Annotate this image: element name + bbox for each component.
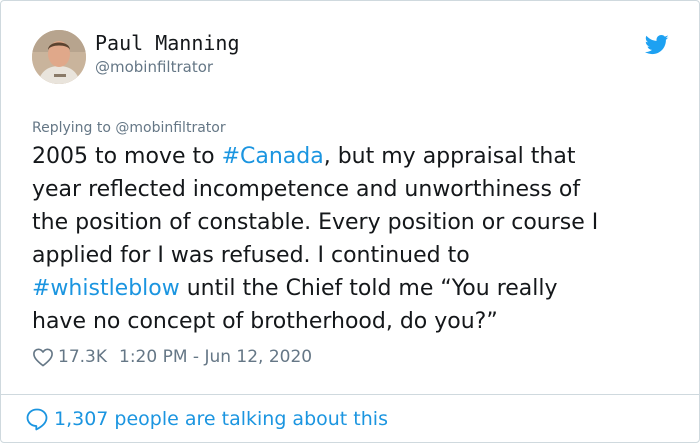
author-display-name[interactable]: Paul Manning xyxy=(95,31,240,55)
tweet-text-segment: 2005 to move to xyxy=(32,144,222,169)
tweet-text: 2005 to move to #Canada, but my appraisa… xyxy=(32,140,672,338)
like-count: 17.3K xyxy=(58,347,107,367)
hashtag-link[interactable]: #Canada xyxy=(222,144,324,169)
tweet-text-segment: , but my appraisal that xyxy=(323,144,576,169)
tweet-text-segment: applied for I was refused. I continued t… xyxy=(32,243,470,268)
like-button[interactable]: 17.3K xyxy=(32,347,107,367)
tweet-text-line: year reflected incompetence and unworthi… xyxy=(32,173,672,206)
tweet-card: Paul Manning @mobinfiltrator Replying to… xyxy=(0,0,700,443)
tweet-text-line: #whistleblow until the Chief told me “Yo… xyxy=(32,272,672,305)
conversation-count-text: 1,307 people are talking about this xyxy=(54,408,388,430)
tweet-text-line: applied for I was refused. I continued t… xyxy=(32,239,672,272)
tweet-text-line: the position of constable. Every positio… xyxy=(32,206,672,239)
tweet-timestamp[interactable]: 1:20 PM - Jun 12, 2020 xyxy=(119,347,312,367)
speech-bubble-icon xyxy=(26,408,48,431)
avatar[interactable] xyxy=(32,30,86,84)
tweet-text-segment: until the Chief told me “You really xyxy=(179,276,558,301)
tweet-text-segment: have no concept of brotherhood, do you?” xyxy=(32,309,498,334)
divider xyxy=(1,394,699,395)
tweet-text-line: have no concept of brotherhood, do you?” xyxy=(32,305,672,338)
twitter-bird-icon[interactable] xyxy=(645,34,669,56)
tweet-text-line: 2005 to move to #Canada, but my appraisa… xyxy=(32,140,672,173)
replying-to: Replying to @mobinfiltrator xyxy=(32,120,226,136)
conversation-link[interactable]: 1,307 people are talking about this xyxy=(25,404,388,434)
heart-outline-icon xyxy=(33,348,53,367)
hashtag-link[interactable]: #whistleblow xyxy=(32,276,180,301)
author-handle[interactable]: @mobinfiltrator xyxy=(95,58,213,76)
tweet-meta: 17.3K 1:20 PM - Jun 12, 2020 xyxy=(32,344,312,370)
replying-to-label: Replying to xyxy=(32,120,111,136)
avatar-photo xyxy=(32,30,86,84)
tweet-text-segment: year reflected incompetence and unworthi… xyxy=(32,177,581,202)
tweet-text-segment: the position of constable. Every positio… xyxy=(32,210,599,235)
replying-to-handle[interactable]: @mobinfiltrator xyxy=(115,120,225,136)
